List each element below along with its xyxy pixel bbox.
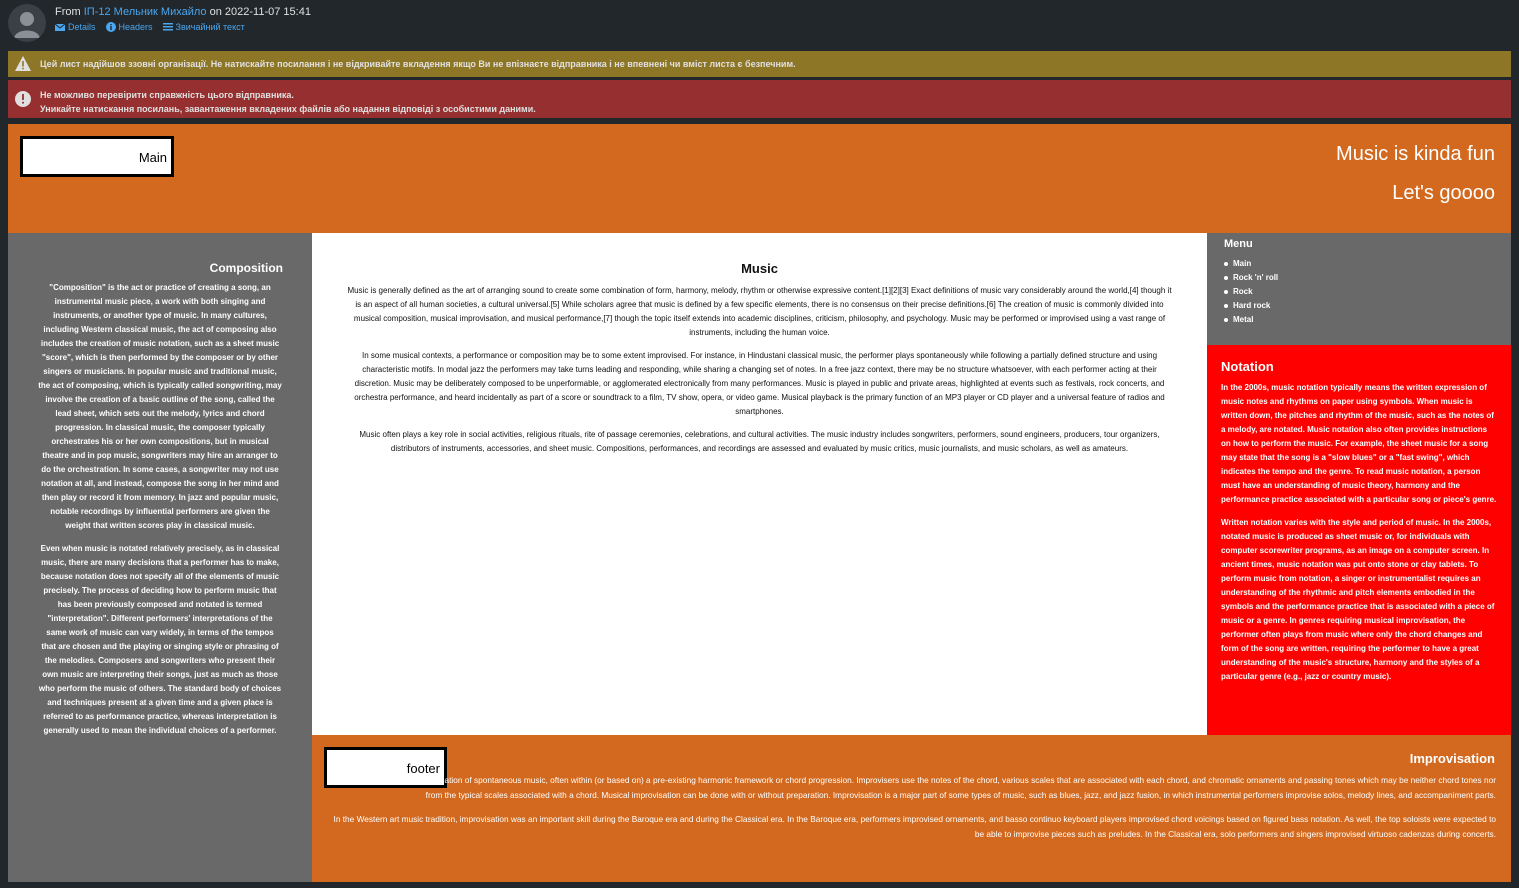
menu-item-hard-rock[interactable]: Hard rock <box>1224 299 1278 313</box>
menu-list: Main Rock 'n' roll Rock Hard rock Metal <box>1224 257 1278 327</box>
mail-header: From ІП-12 Мельник Михайло on 2022-11-07… <box>0 0 1519 46</box>
improvisation-title: Improvisation <box>1409 751 1495 766</box>
from-line: From ІП-12 Мельник Михайло on 2022-11-07… <box>55 6 311 18</box>
site-subtitle: Let's goooo <box>1392 182 1495 204</box>
notation-title: Notation <box>1221 359 1274 374</box>
menu-title: Menu <box>1224 238 1253 250</box>
notation-section: Notation In the 2000s, music notation ty… <box>1207 345 1511 735</box>
menu-item-label: Hard rock <box>1233 301 1271 310</box>
header-actions: Details Headers Звичайний текст <box>55 22 245 32</box>
menu-item-rock[interactable]: Rock <box>1224 285 1278 299</box>
list-icon <box>162 23 173 31</box>
sender-link[interactable]: ІП-12 Мельник Михайло <box>84 6 207 18</box>
error-text: Не можливо перевірити справжність цього … <box>40 88 536 116</box>
avatar <box>8 4 46 42</box>
from-prefix: From <box>55 6 81 18</box>
composition-paragraph: "Composition" is the act or practice of … <box>38 283 282 530</box>
footer-section: footer Improvisation Musical improvisati… <box>312 735 1511 882</box>
site-title: Music is kinda fun <box>1336 143 1495 165</box>
music-paragraph: Music is generally defined as the art of… <box>347 286 1172 337</box>
bullet-icon <box>1224 262 1228 266</box>
plain-text-link[interactable]: Звичайний текст <box>162 22 245 32</box>
external-warning-banner: Цей лист надійшов ззовні організації. Не… <box>8 51 1511 77</box>
menu-item-label: Metal <box>1233 315 1254 324</box>
alert-icon <box>15 91 31 107</box>
music-text: Music is generally defined as the art of… <box>344 284 1175 465</box>
music-title: Music <box>741 261 778 276</box>
music-paragraph: Music often plays a key role in social a… <box>359 430 1160 453</box>
menu-item-rock-n-roll[interactable]: Rock 'n' roll <box>1224 271 1278 285</box>
composition-paragraph: Even when music is notated relatively pr… <box>38 544 282 735</box>
main-button[interactable]: Main <box>20 136 174 177</box>
music-paragraph: In some musical contexts, a performance … <box>354 351 1165 416</box>
error-line-2: Уникайте натискання посилань, завантажен… <box>40 104 536 114</box>
headers-label: Headers <box>118 22 153 32</box>
improvisation-paragraph: Musical improvisation is the creation of… <box>329 775 1496 800</box>
improvisation-text: Musical improvisation is the creation of… <box>324 773 1496 851</box>
warning-icon <box>15 56 31 71</box>
error-line-1: Не можливо перевірити справжність цього … <box>40 90 294 100</box>
bullet-icon <box>1224 304 1228 308</box>
details-label: Details <box>68 22 96 32</box>
composition-title: Composition <box>209 261 283 275</box>
bullet-icon <box>1224 290 1228 294</box>
notation-paragraph: Written notation varies with the style a… <box>1221 518 1495 681</box>
bullet-icon <box>1224 276 1228 280</box>
menu-section: Menu Main Rock 'n' roll Rock Hard rock M… <box>1207 233 1511 345</box>
warning-text: Цей лист надійшов ззовні організації. Не… <box>40 59 796 69</box>
avatar-placeholder-icon <box>14 12 40 38</box>
improvisation-paragraph: In the Western art music tradition, impr… <box>333 814 1496 839</box>
plain-text-label: Звичайний текст <box>175 22 245 32</box>
bullet-icon <box>1224 318 1228 322</box>
composition-section: Composition "Composition" is the act or … <box>8 233 312 882</box>
date-prefix: on <box>209 6 222 18</box>
main-button-label: Main <box>138 150 167 165</box>
details-link[interactable]: Details <box>55 22 96 32</box>
menu-item-label: Main <box>1233 259 1252 268</box>
menu-item-metal[interactable]: Metal <box>1224 313 1278 327</box>
menu-item-label: Rock <box>1233 287 1253 296</box>
email-body: Main Music is kinda fun Let's goooo Comp… <box>8 124 1511 882</box>
notation-text: In the 2000s, music notation typically m… <box>1221 381 1499 693</box>
headers-link[interactable]: Headers <box>105 22 153 32</box>
notation-paragraph: In the 2000s, music notation typically m… <box>1221 383 1497 504</box>
site-header: Main Music is kinda fun Let's goooo <box>8 124 1511 233</box>
menu-item-main[interactable]: Main <box>1224 257 1278 271</box>
menu-item-label: Rock 'n' roll <box>1233 273 1279 282</box>
music-section: Music Music is generally defined as the … <box>312 233 1207 735</box>
mail-date: 2022-11-07 15:41 <box>224 6 311 18</box>
info-icon <box>105 22 116 32</box>
envelope-icon <box>55 23 65 31</box>
composition-text: "Composition" is the act or practice of … <box>38 281 282 747</box>
sender-unverified-banner: Не можливо перевірити справжність цього … <box>8 80 1511 118</box>
